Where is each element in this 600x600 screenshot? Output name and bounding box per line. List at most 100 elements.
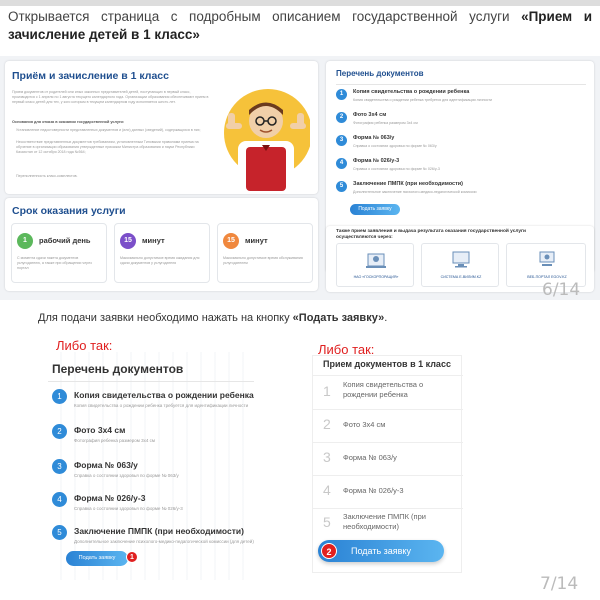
document-number: 4 xyxy=(52,492,67,507)
term-label: минут xyxy=(142,236,165,245)
document-subtitle: Дополнительное заключение психолого-меди… xyxy=(353,190,477,194)
document-title: Заключение ПМПК (при необходимости) xyxy=(353,181,463,187)
document-title: Заключение ПМПК (при необходимости) xyxy=(74,526,244,536)
document-subtitle: Дополнительное заключение психолого-меди… xyxy=(74,539,254,544)
term-desc: С момента сдачи пакета документов услуго… xyxy=(17,256,92,270)
instruction-text: Для подачи заявки необходимо нажать на к… xyxy=(38,312,387,324)
document-title: Форма № 063/у xyxy=(74,460,138,470)
term-label: минут xyxy=(245,236,268,245)
document-title: Фото 3х4 см xyxy=(74,425,126,435)
instruction-bold: «Подать заявку» xyxy=(292,312,385,324)
right-documents-panel: Прием документов в 1 класс 1 Копия свиде… xyxy=(312,355,463,573)
term-item: 15 минут Максимально допустимое время ож… xyxy=(114,223,210,283)
refusal-title: Основания для отказа в оказании государс… xyxy=(12,120,125,124)
left-documents-panel: Перечень документов 1 Копия свидетельств… xyxy=(48,352,254,580)
document-item: 3 Форма № 063/у Справка о состоянии здор… xyxy=(336,134,586,156)
service-title: Приём и зачисление в 1 класс xyxy=(12,70,169,82)
document-subtitle: Фотография ребенка размером 3х4 см xyxy=(353,121,418,125)
apply-button[interactable]: Подать заявку xyxy=(350,204,400,215)
document-number: 3 xyxy=(336,135,347,146)
document-item: 5 Заключение ПМПК (при необходимости) До… xyxy=(336,180,586,202)
document-title: Фото 3х4 см xyxy=(353,112,387,118)
document-item: 4 Форма № 026/у-3 xyxy=(313,476,463,509)
document-subtitle: Справка о состоянии здоровья по форме № … xyxy=(353,144,437,148)
channels-title: Также прием заявления и выдача результат… xyxy=(336,229,526,240)
instruction-end: . xyxy=(384,312,388,324)
channel-e-bilim[interactable]: СИСТЕМА Е-ВИЛИМ.KZ xyxy=(421,243,499,287)
document-item: 4 Форма № 026/у-3 Справка о состоянии зд… xyxy=(52,492,252,522)
document-item: 2 Фото 3х4 см Фотография ребенка размеро… xyxy=(336,111,586,133)
service-description: Прием документов от родителей или иных з… xyxy=(12,90,209,104)
right-docs-title: Прием документов в 1 класс xyxy=(323,359,451,369)
slide-service-page: Приём и зачисление в 1 класс Прием докум… xyxy=(0,56,600,300)
document-title: Форма № 063/у xyxy=(353,135,395,141)
channel-gov-corp[interactable]: НАО «ГОСКОРПОРАЦИЯ» xyxy=(336,243,414,287)
document-item: 2 Фото 3х4 см xyxy=(313,410,463,443)
document-title: Форма № 026/у-3 xyxy=(353,158,400,164)
building-icon xyxy=(365,248,387,270)
document-item: 3 Форма № 063/у xyxy=(313,443,463,476)
apply-button[interactable]: Подать заявку xyxy=(66,551,128,566)
intro-text: Открывается страница с подробным описани… xyxy=(8,8,592,44)
refusal-item: Несоответствие представленных документов… xyxy=(16,140,199,154)
step-marker: 1 xyxy=(126,551,138,563)
term-number: 15 xyxy=(223,233,239,249)
document-title: Копия свидетельства о рождении ребенка xyxy=(74,390,254,400)
top-strip xyxy=(0,0,600,6)
divider xyxy=(48,381,254,382)
document-number: 5 xyxy=(52,525,67,540)
document-title: Заключение ПМПК (при необходимости) xyxy=(343,512,426,531)
page-number: 7/14 xyxy=(540,574,579,594)
refusal-item: Установление недостоверности представлен… xyxy=(16,128,201,132)
term-number: 1 xyxy=(17,233,33,249)
term-number: 15 xyxy=(120,233,136,249)
document-number: 2 xyxy=(336,112,347,123)
divider xyxy=(336,84,586,85)
document-title: Форма № 026/у-3 xyxy=(343,486,404,495)
term-desc: Максимально допустимое время обслуживани… xyxy=(223,256,303,265)
document-number: 5 xyxy=(323,514,331,530)
channel-label: ВЕБ-ПОРТАЛ EGOV.KZ xyxy=(527,275,567,279)
monitor-icon xyxy=(536,248,558,270)
document-number: 2 xyxy=(323,416,331,432)
term-item: 15 минут Максимально допустимое время об… xyxy=(217,223,313,283)
instruction-plain: Для подачи заявки необходимо нажать на к… xyxy=(38,312,293,324)
document-item: 4 Форма № 026/у-3 Справка о состоянии зд… xyxy=(336,157,586,179)
document-subtitle: Справка о состоянии здоровья по форме № … xyxy=(74,506,183,511)
document-item: 5 Заключение ПМПК (при необходимости) xyxy=(313,509,463,539)
refusal-item: Переполненность класс-комплектов. xyxy=(16,174,78,178)
document-subtitle: Копия свидетельства о рождении ребенка т… xyxy=(74,403,249,408)
service-hero-card: Приём и зачисление в 1 класс Прием докум… xyxy=(5,61,318,194)
document-item: 3 Форма № 063/у Справка о состоянии здор… xyxy=(52,459,252,489)
left-docs-title: Перечень документов xyxy=(52,362,184,376)
document-number: 4 xyxy=(336,158,347,169)
document-number: 1 xyxy=(336,89,347,100)
document-title: Форма № 063/у xyxy=(343,453,397,462)
document-number: 3 xyxy=(52,459,67,474)
channel-label: СИСТЕМА Е-ВИЛИМ.KZ xyxy=(440,275,482,279)
document-item: 1 Копия свидетельства о рождении ребенка… xyxy=(52,389,254,419)
page-number: 6/14 xyxy=(542,280,581,300)
document-title: Форма № 026/у-3 xyxy=(74,493,146,503)
intro-plain: Открывается страница с подробным описани… xyxy=(8,9,522,24)
step-marker: 2 xyxy=(321,543,337,559)
document-item: 1 Копия свидетельства о рождении ребенка xyxy=(313,377,463,410)
schoolboy-illustration xyxy=(218,83,312,191)
document-number: 2 xyxy=(52,424,67,439)
document-number: 1 xyxy=(52,389,67,404)
documents-title: Перечень документов xyxy=(336,69,424,78)
document-subtitle: Справка о состоянии здоровья по форме № … xyxy=(74,473,179,478)
term-item: 1 рабочий день С момента сдачи пакета до… xyxy=(11,223,107,283)
document-title: Копия свидетельства о рождении ребенка xyxy=(343,380,424,399)
computer-icon xyxy=(450,248,472,270)
term-label: рабочий день xyxy=(39,236,91,245)
document-number: 1 xyxy=(323,383,331,399)
document-item: 1 Копия свидетельства о рождении ребенка… xyxy=(336,88,586,110)
divider xyxy=(313,375,463,376)
document-number: 3 xyxy=(323,449,331,465)
document-subtitle: Фотография ребенка размером 3х4 см xyxy=(74,438,155,443)
either-label-left: Либо так: xyxy=(56,338,113,353)
document-number: 4 xyxy=(323,482,331,498)
term-card: Срок оказания услуги 1 рабочий день С мо… xyxy=(5,198,318,291)
document-number: 5 xyxy=(336,181,347,192)
